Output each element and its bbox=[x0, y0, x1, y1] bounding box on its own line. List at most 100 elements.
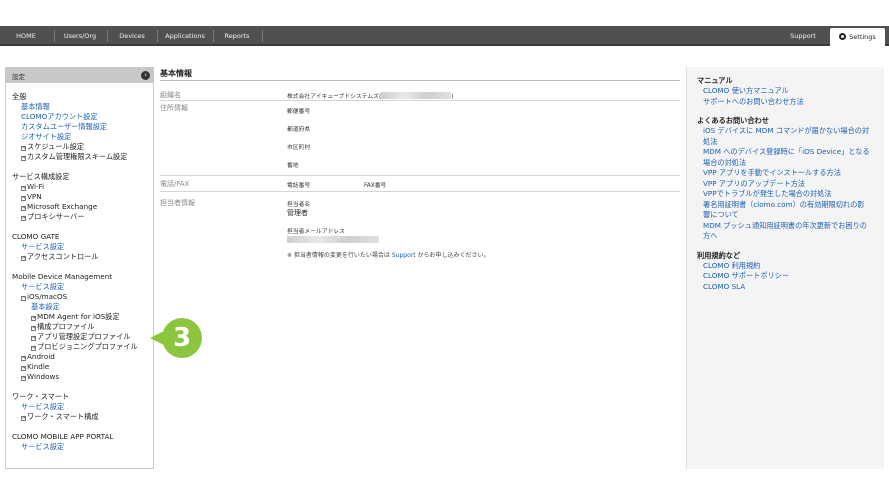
expand-icon[interactable]: + bbox=[21, 366, 26, 371]
nav-support[interactable]: Support bbox=[778, 26, 828, 44]
faq-link-vpp-manual-install[interactable]: VPP アプリを手動でインストールする方法 bbox=[697, 168, 874, 179]
expand-icon[interactable]: + bbox=[21, 376, 26, 381]
zip-field-label: 郵便番号 bbox=[287, 109, 311, 115]
faq-link-ios-mdm-command[interactable]: 処法 bbox=[697, 137, 874, 148]
expand-icon[interactable]: + bbox=[21, 206, 26, 211]
nav-home[interactable]: HOME bbox=[4, 26, 48, 44]
manual-link-usage[interactable]: CLOMO 使い方マニュアル bbox=[697, 86, 874, 97]
section-general-title: 全般 bbox=[12, 92, 27, 101]
sidebar-item-label: アクセスコントロール bbox=[27, 252, 99, 261]
sidebar-item-label: 構成プロファイル bbox=[37, 322, 95, 331]
expand-icon[interactable]: + bbox=[31, 326, 36, 331]
help-panel: マニュアル CLOMO 使い方マニュアル サポートへのお問い合わせ方法 よくある… bbox=[686, 67, 884, 469]
nav-users-org[interactable]: Users/Org bbox=[56, 26, 104, 44]
expand-icon[interactable]: + bbox=[31, 346, 36, 351]
faq-link-signing-cert[interactable]: 署名用証明書（clomo.com）の有効期限切れの影 bbox=[697, 200, 874, 211]
faq-link-ios-device-registration[interactable]: MDM へのデバイス登録時に「iOS Device」となる bbox=[697, 147, 874, 158]
faq-link-vpp-trouble[interactable]: VPPでトラブルが発生した場合の対処法 bbox=[697, 189, 874, 200]
address-label: 住所情報 bbox=[160, 104, 188, 112]
sidebar-item-ios-basic[interactable]: 基本設定 bbox=[12, 302, 153, 312]
terms-link-support-policy[interactable]: CLOMO サポートポリシー bbox=[697, 271, 874, 282]
support-link[interactable]: Support bbox=[392, 252, 416, 259]
expand-icon[interactable]: + bbox=[21, 186, 26, 191]
expand-icon[interactable]: + bbox=[21, 196, 26, 201]
org-name-label: 組織名 bbox=[160, 91, 181, 99]
sidebar-item-config-profile[interactable]: +構成プロファイル bbox=[12, 322, 153, 332]
manual-heading: マニュアル bbox=[697, 76, 733, 85]
expand-icon[interactable]: + bbox=[21, 146, 26, 151]
prefecture-field-label: 都道府県 bbox=[287, 127, 311, 133]
settings-sidebar: 設定 ‹ 全般 基本情報 CLOMOアカウント設定 カスタムユーザー情報設定 ジ… bbox=[5, 67, 154, 469]
redacted-text bbox=[287, 236, 379, 243]
sidebar-item-schedule[interactable]: +スケジュール設定 bbox=[12, 142, 153, 152]
sidebar-item-ws-config[interactable]: +ワーク・スマート構成 bbox=[12, 412, 153, 422]
sidebar-item-kindle[interactable]: +Kindle bbox=[12, 362, 153, 372]
sidebar-item-proxy[interactable]: +プロキシサーバー bbox=[12, 212, 153, 222]
sidebar-item-clomo-account[interactable]: CLOMOアカウント設定 bbox=[12, 112, 153, 122]
faq-link-signing-cert[interactable]: 響について bbox=[697, 210, 874, 221]
sidebar-item-vpn[interactable]: +VPN bbox=[12, 192, 153, 202]
expand-icon[interactable]: + bbox=[31, 316, 36, 321]
sidebar-item-portal-service[interactable]: サービス設定 bbox=[12, 442, 153, 452]
nav-separator bbox=[107, 30, 108, 42]
note-text: ※ 担当者情報の変更を行いたい場合は bbox=[287, 252, 392, 259]
sidebar-item-geosite[interactable]: ジオサイト設定 bbox=[12, 132, 153, 142]
expand-icon[interactable]: + bbox=[21, 416, 26, 421]
nav-settings-tab[interactable]: Settings bbox=[830, 28, 885, 46]
org-name-value: 株式会社アイキューブドシステムズ() bbox=[287, 91, 453, 100]
sidebar-item-exchange[interactable]: +Microsoft Exchange bbox=[12, 202, 153, 212]
section-clomo-gate-title: CLOMO GATE bbox=[12, 232, 60, 241]
phone-fax-label: 電話/FAX bbox=[160, 180, 190, 188]
sidebar-item-mdm-service[interactable]: サービス設定 bbox=[12, 282, 153, 292]
collapse-icon[interactable]: − bbox=[21, 296, 26, 301]
admin-info-label: 担当者情報 bbox=[160, 199, 195, 207]
sidebar-item-wifi[interactable]: +Wi-Fi bbox=[12, 182, 153, 192]
admin-name-value: 管理者 bbox=[287, 209, 308, 217]
sidebar-title: 設定 bbox=[12, 73, 25, 81]
nav-separator bbox=[213, 30, 214, 42]
callout-number: 3 bbox=[162, 318, 202, 358]
sidebar-item-custom-user-info[interactable]: カスタムユーザー情報設定 bbox=[12, 122, 153, 132]
sidebar-item-label: iOS/macOS bbox=[27, 292, 68, 301]
faq-link-push-cert[interactable]: MDM プッシュ通知用証明書の年次更新でお困りの bbox=[697, 221, 874, 232]
sidebar-item-mdm-agent[interactable]: +MDM Agent for iOS設定 bbox=[12, 312, 153, 322]
expand-icon[interactable]: + bbox=[31, 336, 36, 341]
sidebar-item-label: ワーク・スマート構成 bbox=[27, 412, 99, 421]
sidebar-item-provisioning-profile[interactable]: +プロビジョニングプロファイル bbox=[12, 342, 153, 352]
nav-separator bbox=[54, 30, 55, 42]
manual-link-support-contact[interactable]: サポートへのお問い合わせ方法 bbox=[697, 97, 874, 108]
sidebar-item-android[interactable]: +Android bbox=[12, 352, 153, 362]
expand-icon[interactable]: + bbox=[21, 156, 26, 161]
sidebar-item-ios-macos[interactable]: −iOS/macOS bbox=[12, 292, 153, 302]
sidebar-item-custom-permission[interactable]: +カスタム管理権限スキーム設定 bbox=[12, 152, 153, 162]
terms-heading: 利用規約など bbox=[697, 250, 741, 260]
top-nav: HOME Users/Org Devices Applications Repo… bbox=[0, 26, 889, 46]
sidebar-item-windows[interactable]: +Windows bbox=[12, 372, 153, 382]
faq-link-ios-device-registration[interactable]: 場合の対処法 bbox=[697, 158, 874, 169]
faq-link-vpp-update[interactable]: VPP アプリのアップデート方法 bbox=[697, 179, 874, 190]
sidebar-item-label: カスタム管理権限スキーム設定 bbox=[27, 152, 128, 161]
nav-applications[interactable]: Applications bbox=[159, 26, 211, 44]
terms-link-sla[interactable]: CLOMO SLA bbox=[697, 282, 874, 293]
fax-field-label: FAX番号 bbox=[364, 183, 387, 189]
admin-name-field-label: 担当者名 bbox=[287, 202, 311, 208]
sidebar-item-app-management-profile[interactable]: +アプリ管理設定プロファイル bbox=[12, 332, 153, 342]
admin-email-field-label: 担当者メールアドレス bbox=[287, 229, 345, 235]
gear-icon bbox=[839, 33, 847, 40]
sidebar-item-ws-service[interactable]: サービス設定 bbox=[12, 402, 153, 412]
expand-icon[interactable]: + bbox=[21, 356, 26, 361]
collapse-sidebar-icon[interactable]: ‹ bbox=[141, 71, 150, 80]
expand-icon[interactable]: + bbox=[21, 256, 26, 261]
nav-devices[interactable]: Devices bbox=[109, 26, 155, 44]
faq-link-ios-mdm-command[interactable]: iOS デバイスに MDM コマンドが届かない場合の対 bbox=[697, 126, 874, 137]
sidebar-item-access-control[interactable]: +アクセスコントロール bbox=[12, 252, 153, 262]
main-content: 基本情報 組織名 株式会社アイキューブドシステムズ() 住所情報 郵便番号 都道… bbox=[160, 67, 680, 259]
sidebar-item-gate-service[interactable]: サービス設定 bbox=[12, 242, 153, 252]
faq-link-push-cert[interactable]: 方へ bbox=[697, 231, 874, 242]
terms-link-tos[interactable]: CLOMO 利用規約 bbox=[697, 261, 874, 272]
nav-reports[interactable]: Reports bbox=[215, 26, 259, 44]
expand-icon[interactable]: + bbox=[21, 216, 26, 221]
sidebar-item-label: Kindle bbox=[27, 362, 50, 371]
tel-field-label: 電話番号 bbox=[287, 183, 311, 189]
sidebar-item-basic-info[interactable]: 基本情報 bbox=[12, 102, 153, 112]
